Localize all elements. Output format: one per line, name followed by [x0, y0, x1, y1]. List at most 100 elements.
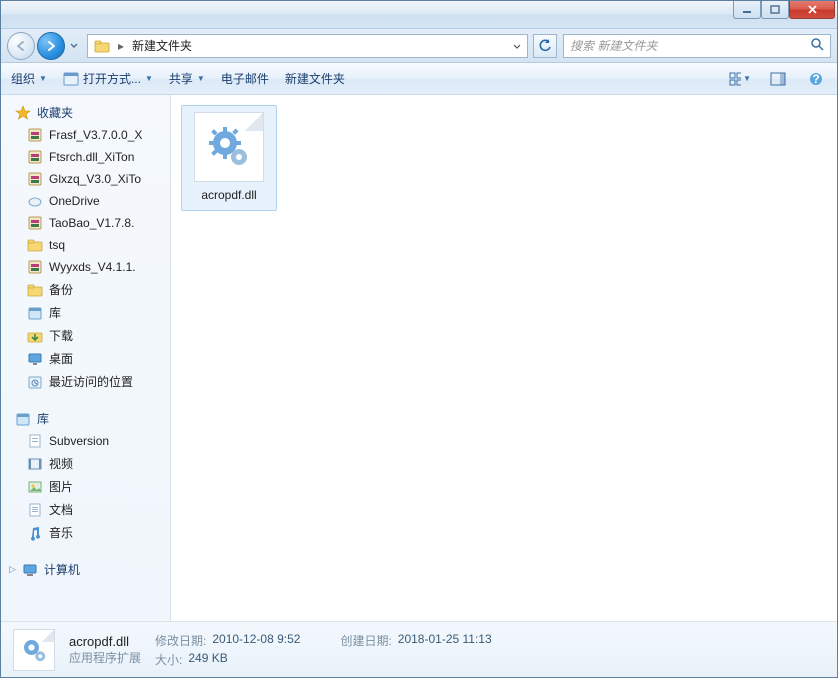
breadcrumb-current[interactable]: 新建文件夹 [128, 35, 196, 57]
sidebar-item[interactable]: Subversion [1, 430, 170, 452]
details-name-type: acropdf.dll 应用程序扩展 [69, 634, 141, 666]
libraries-label: 库 [37, 410, 49, 427]
sidebar-item[interactable]: 图片 [1, 475, 170, 498]
sidebar-item[interactable]: Frasf_V3.7.0.0_X [1, 124, 170, 146]
favorites-label: 收藏夹 [37, 104, 73, 121]
details-filetype: 应用程序扩展 [69, 649, 141, 666]
open-with-label: 打开方式... [83, 70, 141, 87]
computer-icon [22, 562, 38, 578]
help-button[interactable]: ? [805, 68, 827, 90]
sidebar-item[interactable]: TaoBao_V1.7.8. [1, 212, 170, 234]
sidebar-item[interactable]: 桌面 [1, 347, 170, 370]
collapse-icon: ▷ [9, 564, 16, 575]
new-folder-button[interactable]: 新建文件夹 [285, 70, 345, 87]
email-label: 电子邮件 [221, 70, 269, 87]
chevron-down-icon: ▼ [39, 74, 47, 83]
sidebar-libraries-header[interactable]: 库 [1, 407, 170, 430]
open-with-menu[interactable]: 打开方式... ▼ [63, 70, 153, 87]
details-filename: acropdf.dll [69, 634, 141, 649]
folder-icon [27, 282, 43, 298]
sidebar-libraries-group: 库 Subversion 视频 图片 文档 音乐 [1, 407, 170, 544]
new-folder-label: 新建文件夹 [285, 70, 345, 87]
maximize-icon [770, 5, 780, 15]
maximize-button[interactable] [761, 1, 789, 19]
sidebar-item[interactable]: 音乐 [1, 521, 170, 544]
breadcrumb-root[interactable] [90, 35, 114, 57]
explorer-window: ▸ 新建文件夹 组织 ▼ 打开方式... ▼ [0, 0, 838, 678]
sidebar-computer-header[interactable]: ▷ 计算机 [1, 558, 170, 581]
sidebar-item[interactable]: 库 [1, 301, 170, 324]
pictures-icon [27, 479, 43, 495]
back-button[interactable] [7, 32, 35, 60]
file-thumbnail [194, 112, 264, 182]
music-icon [27, 525, 43, 541]
breadcrumb[interactable]: ▸ 新建文件夹 [87, 34, 528, 58]
document-icon [27, 433, 43, 449]
breadcrumb-separator[interactable]: ▸ [116, 39, 126, 53]
view-grid-icon [729, 72, 741, 86]
preview-pane-button[interactable] [767, 68, 789, 90]
sidebar-favorites-group: 收藏夹 Frasf_V3.7.0.0_X Ftsrch.dll_XiTon Gl… [1, 101, 170, 393]
preview-pane-icon [770, 72, 786, 86]
file-list[interactable]: acropdf.dll [171, 95, 837, 621]
rar-icon [27, 149, 43, 165]
body: 收藏夹 Frasf_V3.7.0.0_X Ftsrch.dll_XiTon Gl… [1, 95, 837, 621]
close-icon [807, 4, 818, 15]
back-arrow-icon [14, 39, 28, 53]
share-menu[interactable]: 共享 ▼ [169, 70, 205, 87]
toolbar: 组织 ▼ 打开方式... ▼ 共享 ▼ 电子邮件 新建文件夹 ▼ ? [1, 63, 837, 95]
address-bar: ▸ 新建文件夹 [1, 29, 837, 63]
sidebar-computer-group: ▷ 计算机 [1, 558, 170, 581]
forward-arrow-icon [44, 39, 58, 53]
rar-icon [27, 127, 43, 143]
sidebar-favorites-header[interactable]: 收藏夹 [1, 101, 170, 124]
sidebar-item[interactable]: 下载 [1, 324, 170, 347]
chevron-down-icon: ▼ [197, 74, 205, 83]
minimize-icon [742, 5, 752, 15]
titlebar [1, 1, 837, 29]
desktop-icon [27, 351, 43, 367]
star-icon [15, 105, 31, 121]
downloads-icon [27, 328, 43, 344]
close-button[interactable] [789, 1, 835, 19]
sidebar-item[interactable]: 备份 [1, 278, 170, 301]
details-icon [13, 629, 55, 671]
sidebar: 收藏夹 Frasf_V3.7.0.0_X Ftsrch.dll_XiTon Gl… [1, 95, 171, 621]
library-icon [15, 411, 31, 427]
sidebar-item[interactable]: Wyyxds_V4.1.1. [1, 256, 170, 278]
svg-text:?: ? [812, 72, 819, 86]
forward-button[interactable] [37, 32, 65, 60]
search-icon[interactable] [810, 37, 824, 54]
breadcrumb-dropdown[interactable] [509, 39, 525, 53]
folder-icon [94, 38, 110, 54]
sidebar-item[interactable]: 文档 [1, 498, 170, 521]
sidebar-item[interactable]: OneDrive [1, 190, 170, 212]
app-icon [63, 71, 79, 87]
rar-icon [27, 215, 43, 231]
computer-label: 计算机 [44, 561, 80, 578]
rar-icon [27, 259, 43, 275]
nav-history-dropdown[interactable] [67, 36, 81, 56]
organize-menu[interactable]: 组织 ▼ [11, 70, 47, 87]
details-created: 创建日期: 2018-01-25 11:13 [340, 632, 491, 649]
sidebar-item[interactable]: 最近访问的位置 [1, 370, 170, 393]
minimize-button[interactable] [733, 1, 761, 19]
sidebar-item[interactable]: 视频 [1, 452, 170, 475]
chevron-down-icon [70, 43, 78, 49]
details-pane: acropdf.dll 应用程序扩展 修改日期: 2010-12-08 9:52… [1, 621, 837, 677]
search-input[interactable] [570, 39, 810, 53]
rar-icon [27, 171, 43, 187]
view-options-button[interactable]: ▼ [729, 68, 751, 90]
nav-buttons [7, 32, 81, 60]
search-box[interactable] [563, 34, 831, 58]
chevron-down-icon: ▼ [145, 74, 153, 83]
file-item-selected[interactable]: acropdf.dll [181, 105, 277, 211]
chevron-down-icon [513, 44, 521, 50]
sidebar-item[interactable]: Glxzq_V3.0_XiTo [1, 168, 170, 190]
refresh-button[interactable] [533, 34, 557, 58]
window-controls [733, 1, 835, 19]
sidebar-item[interactable]: tsq [1, 234, 170, 256]
email-button[interactable]: 电子邮件 [221, 70, 269, 87]
sidebar-item[interactable]: Ftsrch.dll_XiTon [1, 146, 170, 168]
details-size: 大小: 249 KB [155, 651, 300, 668]
